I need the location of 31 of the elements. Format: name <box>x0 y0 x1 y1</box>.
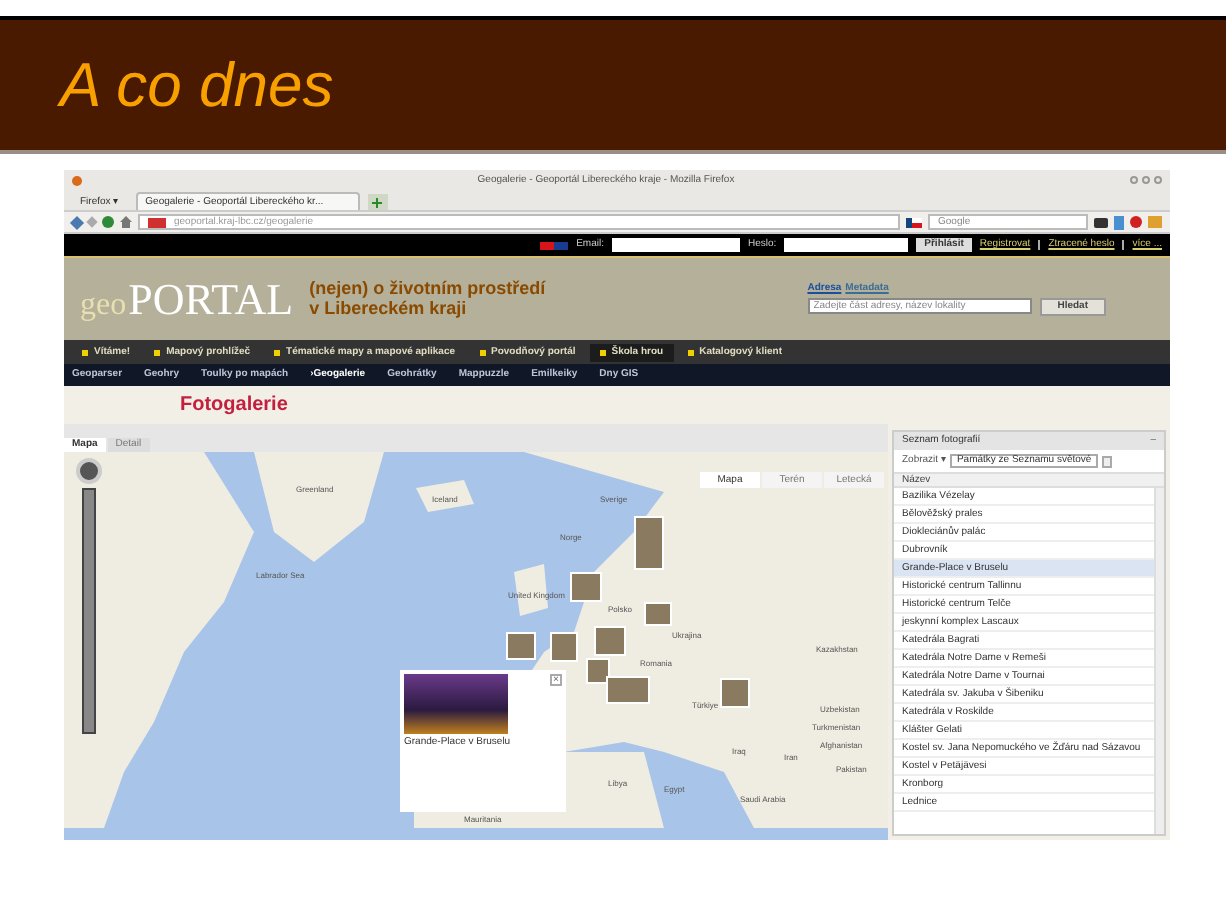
photo-marker[interactable] <box>570 572 602 602</box>
tagline: (nejen) o životním prostředí <box>309 280 548 298</box>
scrollbar[interactable] <box>1154 488 1164 834</box>
bullet-icon <box>154 349 161 355</box>
email-field[interactable] <box>611 238 740 252</box>
bullet-icon <box>599 349 606 355</box>
photo-marker[interactable] <box>634 516 664 570</box>
flag-icon <box>906 217 922 227</box>
home-icon[interactable] <box>120 216 132 228</box>
bullet-icon <box>82 349 88 355</box>
photo-marker[interactable] <box>644 602 672 626</box>
photo-marker[interactable] <box>606 676 650 704</box>
tagline: v Libereckém kraji <box>309 300 469 318</box>
bullet-icon <box>274 349 281 355</box>
new-tab-button[interactable] <box>367 194 388 210</box>
password-field[interactable] <box>784 238 909 252</box>
photo-marker[interactable] <box>550 632 578 662</box>
zoom-control[interactable] <box>74 458 102 734</box>
window-controls-icon[interactable] <box>1130 176 1162 184</box>
slide-title: A co dnes <box>60 54 334 116</box>
photo-marker[interactable] <box>720 678 750 708</box>
photo-placeholder <box>404 674 508 734</box>
logo-portal: PORTAL <box>128 277 294 321</box>
bullet-icon <box>479 349 486 355</box>
firefox-icon <box>72 175 82 185</box>
flag-icon[interactable] <box>540 241 569 249</box>
photo-marker[interactable] <box>594 626 626 656</box>
bullet-icon <box>687 349 694 355</box>
photo-marker[interactable] <box>586 658 610 684</box>
page-title: Fotogalerie <box>180 395 288 415</box>
photo-marker[interactable] <box>506 632 536 660</box>
